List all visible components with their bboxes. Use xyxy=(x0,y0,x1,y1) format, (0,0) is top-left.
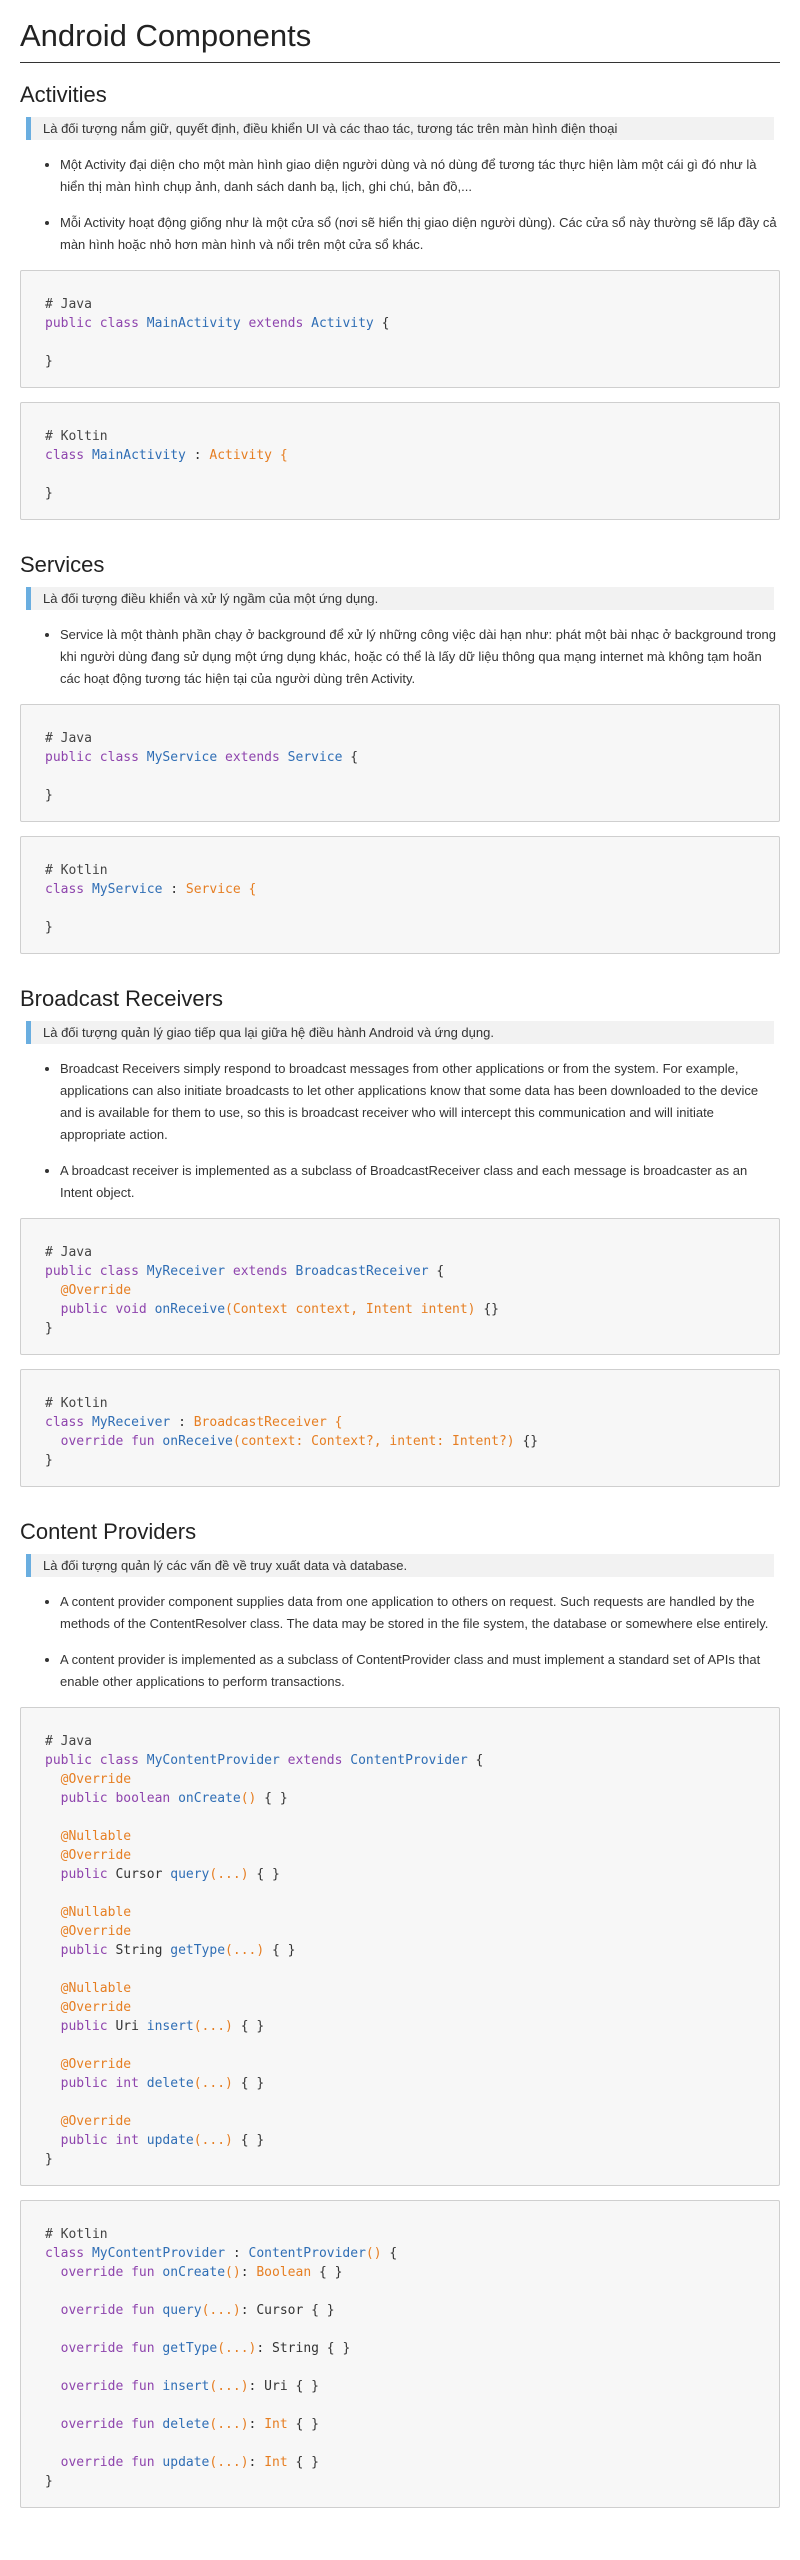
section-summary-quote: Là đối tượng quản lý các vấn đề về truy … xyxy=(26,1554,774,1577)
section-activities: Activities Là đối tượng nắm giữ, quyết đị… xyxy=(20,63,780,520)
code-block: # Koltin class MainActivity : Activity {… xyxy=(20,402,780,520)
code-line: } xyxy=(45,788,53,803)
code-line: } xyxy=(45,2474,53,2489)
code-line: public class MyService extends Service { xyxy=(45,750,359,765)
code-line: # Koltin xyxy=(45,429,108,444)
code-block: # Kotlin class MyReceiver : BroadcastRec… xyxy=(20,1369,780,1487)
code-block: # Java public class MyService extends Se… xyxy=(20,704,780,822)
section-summary-quote: Là đối tượng quản lý giao tiếp qua lại g… xyxy=(26,1021,774,1044)
code-line: @Override xyxy=(60,2000,132,2015)
code-line: @Nullable xyxy=(60,1829,132,1844)
code-block: # Kotlin class MyService : Service { } xyxy=(20,836,780,954)
code-line: @Override xyxy=(60,2114,132,2129)
code-line: } xyxy=(45,486,53,501)
section-services: Services Là đối tượng điều khiển và xử lý… xyxy=(20,534,780,954)
code-line: class MainActivity : Activity { xyxy=(45,448,288,463)
code-line: class MyContentProvider : ContentProvide… xyxy=(45,2246,398,2261)
code-block: # Java public class MyReceiver extends B… xyxy=(20,1218,780,1355)
code-line: # Kotlin xyxy=(45,1396,108,1411)
code-line: public int update(...) { } xyxy=(60,2133,265,2148)
sections: Activities Là đối tượng nắm giữ, quyết đị… xyxy=(20,63,780,2508)
code-line: override fun delete(...): Int { } xyxy=(60,2417,319,2432)
section-heading: Content Providers xyxy=(20,1519,197,1544)
code-line: override fun insert(...): Uri { } xyxy=(60,2379,319,2394)
code-line: } xyxy=(45,354,53,369)
bullet-list: Broadcast Receivers simply respond to br… xyxy=(20,1058,780,1204)
code-line: } xyxy=(45,1321,53,1336)
code-line: # Java xyxy=(45,731,92,746)
code-line: @Override xyxy=(60,1924,132,1939)
page-title: Android Components xyxy=(20,0,780,63)
bullet-list: Service là một thành phần chạy ở backgro… xyxy=(20,624,780,690)
code-line: override fun update(...): Int { } xyxy=(60,2455,319,2470)
code-block: # Java public class MyContentProvider ex… xyxy=(20,1707,780,2186)
code-line: class MyService : Service { xyxy=(45,882,257,897)
bullet-list: Một Activity đại diện cho một màn hình g… xyxy=(20,154,780,256)
code-line: } xyxy=(45,1453,53,1468)
code-line: override fun onCreate(): Boolean { } xyxy=(60,2265,343,2280)
code-line: public Uri insert(...) { } xyxy=(60,2019,265,2034)
code-line: # Java xyxy=(45,1245,92,1260)
code-line: @Override xyxy=(60,1283,132,1298)
list-item: A content provider component supplies da… xyxy=(60,1591,780,1635)
code-line: } xyxy=(45,2152,53,2167)
list-item: A content provider is implemented as a s… xyxy=(60,1649,780,1693)
code-line: @Override xyxy=(60,1772,132,1787)
code-block: # Java public class MainActivity extends… xyxy=(20,270,780,388)
section-broadcast-receivers: Broadcast Receivers Là đối tượng quản lý … xyxy=(20,968,780,1487)
code-line: @Override xyxy=(60,2057,132,2072)
code-line: public String getType(...) { } xyxy=(60,1943,296,1958)
list-item: A broadcast receiver is implemented as a… xyxy=(60,1160,780,1204)
code-line: # Java xyxy=(45,1734,92,1749)
code-line: public class MyReceiver extends Broadcas… xyxy=(45,1264,445,1279)
document: Android Components Activities Là đối tượn… xyxy=(0,0,800,2508)
section-heading: Activities xyxy=(20,82,107,107)
list-item: Broadcast Receivers simply respond to br… xyxy=(60,1058,780,1146)
code-line: @Nullable xyxy=(60,1905,132,1920)
code-block: # Kotlin class MyContentProvider : Conte… xyxy=(20,2200,780,2508)
code-line: public boolean onCreate() { } xyxy=(60,1791,288,1806)
code-line: # Kotlin xyxy=(45,2227,108,2242)
code-line: override fun onReceive(context: Context?… xyxy=(60,1434,539,1449)
section-heading: Broadcast Receivers xyxy=(20,986,223,1011)
section-summary-quote: Là đối tượng nắm giữ, quyết định, điều k… xyxy=(26,117,774,140)
list-item: Mỗi Activity hoạt động giống như là một … xyxy=(60,212,780,256)
code-line: public Cursor query(...) { } xyxy=(60,1867,280,1882)
section-summary-quote: Là đối tượng điều khiển và xử lý ngầm củ… xyxy=(26,587,774,610)
code-line: @Override xyxy=(60,1848,132,1863)
list-item: Service là một thành phần chạy ở backgro… xyxy=(60,624,780,690)
code-line: # Java xyxy=(45,297,92,312)
code-line: public int delete(...) { } xyxy=(60,2076,265,2091)
bullet-list: A content provider component supplies da… xyxy=(20,1591,780,1693)
code-line: public void onReceive(Context context, I… xyxy=(60,1302,499,1317)
code-line: public class MyContentProvider extends C… xyxy=(45,1753,484,1768)
code-line: # Kotlin xyxy=(45,863,108,878)
code-line: override fun getType(...): String { } xyxy=(60,2341,351,2356)
code-line: } xyxy=(45,920,53,935)
section-heading: Services xyxy=(20,552,105,577)
code-line: class MyReceiver : BroadcastReceiver { xyxy=(45,1415,343,1430)
list-item: Một Activity đại diện cho một màn hình g… xyxy=(60,154,780,198)
code-line: override fun query(...): Cursor { } xyxy=(60,2303,335,2318)
code-line: @Nullable xyxy=(60,1981,132,1996)
section-content-providers: Content Providers Là đối tượng quản lý cá… xyxy=(20,1501,780,2508)
code-line: public class MainActivity extends Activi… xyxy=(45,316,390,331)
